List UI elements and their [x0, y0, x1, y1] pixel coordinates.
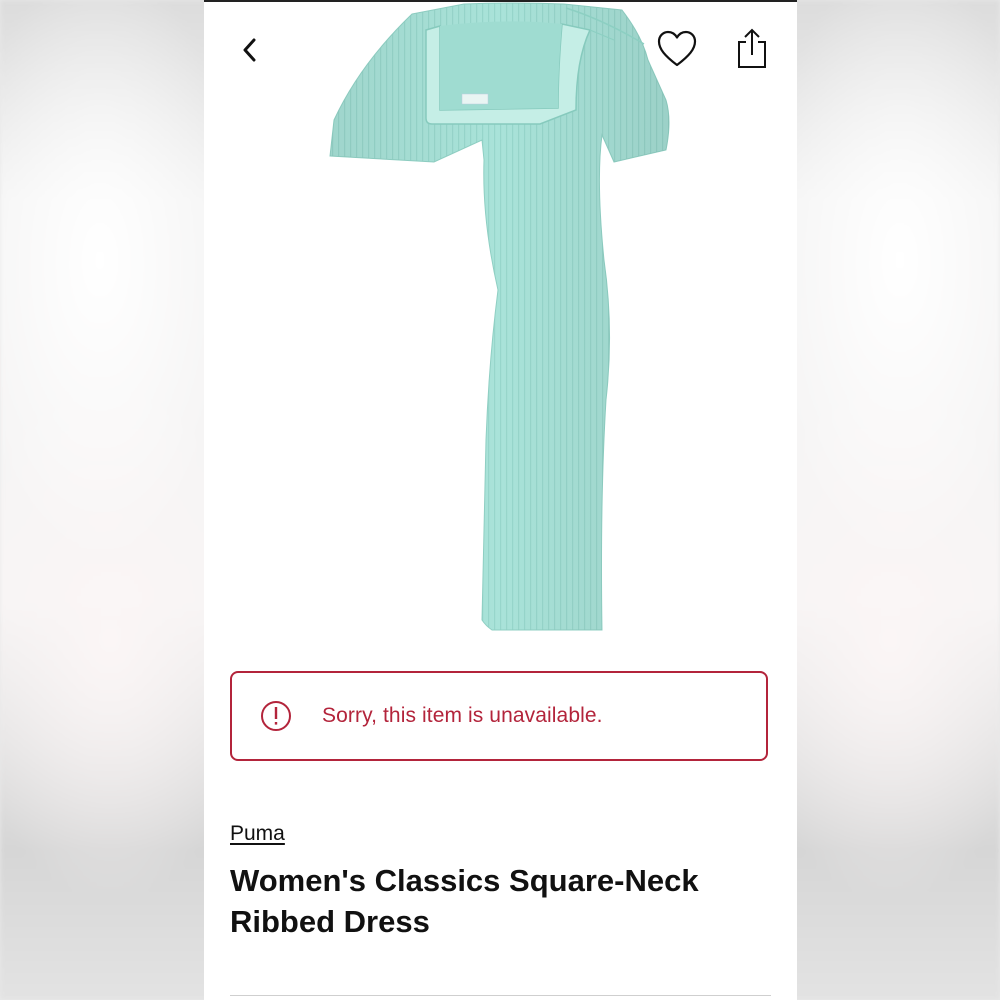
back-button[interactable] [230, 30, 270, 70]
share-button[interactable] [730, 24, 774, 72]
alert-message: Sorry, this item is unavailable. [322, 704, 603, 727]
chevron-left-icon [243, 38, 256, 62]
share-icon [738, 28, 766, 68]
product-page: Sorry, this item is unavailable. Puma Wo… [204, 0, 797, 1000]
section-divider [230, 995, 771, 996]
brand-link[interactable]: Puma [230, 822, 285, 846]
product-image[interactable] [314, 0, 694, 640]
unavailable-alert: Sorry, this item is unavailable. [230, 671, 768, 761]
exclamation-circle-icon [260, 700, 292, 732]
product-title: Women's Classics Square-Neck Ribbed Dres… [230, 863, 699, 939]
heart-outline-icon [657, 30, 697, 67]
favorite-button[interactable] [654, 26, 700, 72]
